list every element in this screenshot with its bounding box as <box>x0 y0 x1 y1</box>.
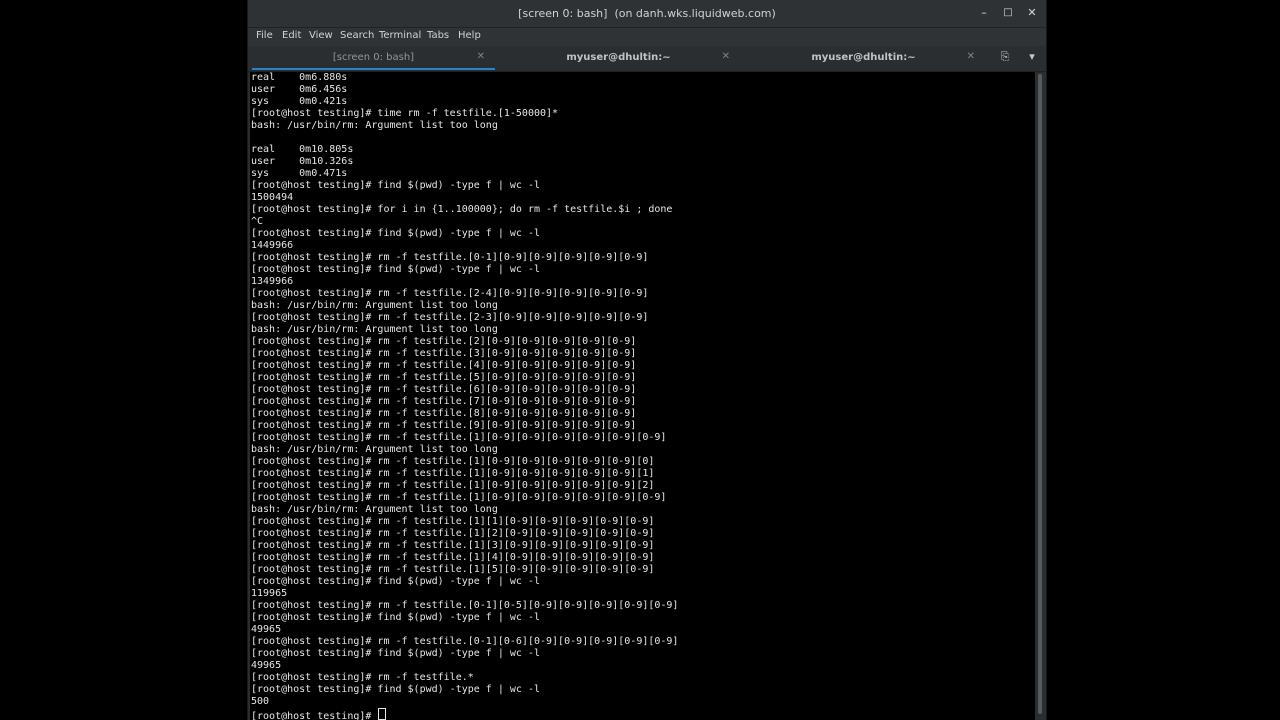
terminal-line: [root@host testing]# rm -f testfile.[0-1… <box>251 600 679 611</box>
terminal-line: sys 0m0.471s <box>251 168 348 179</box>
terminal-line: bash: /usr/bin/rm: Argument list too lon… <box>251 504 498 515</box>
terminal-line: [root@host testing]# find $(pwd) -type f… <box>251 612 540 623</box>
title-bar[interactable]: [screen 0: bash] (on danh.wks.liquidweb.… <box>248 0 1046 28</box>
terminal-line: [root@host testing]# rm -f testfile.* <box>251 672 474 683</box>
terminal-line: sys 0m0.421s <box>251 96 348 107</box>
menu-help[interactable]: Help <box>458 30 481 41</box>
scrollbar-thumb[interactable] <box>1038 74 1042 714</box>
minimize-button[interactable]: – <box>977 6 991 20</box>
terminal-line: [root@host testing]# rm -f testfile.[0-1… <box>251 252 649 263</box>
cursor <box>378 708 387 720</box>
terminal-line: [root@host testing]# rm -f testfile.[1][… <box>251 564 655 575</box>
terminal-lines: real 0m6.880s user 0m6.456s sys 0m0.421s [r… <box>250 72 1035 720</box>
window-title: [screen 0: bash] (on danh.wks.liquidweb.… <box>518 7 776 20</box>
terminal-line: [root@host testing]# find $(pwd) -type f… <box>251 228 540 239</box>
tab-bar: [screen 0: bash] ✕ myuser@dhultin:~ ✕ my… <box>248 46 1046 72</box>
terminal-line: real 0m6.880s <box>251 72 348 83</box>
tab-close-icon[interactable]: ✕ <box>722 51 730 62</box>
terminal-line: [root@host testing]# rm -f testfile.[1][… <box>251 492 667 503</box>
terminal-line: [root@host testing]# rm -f testfile.[9][… <box>251 420 637 431</box>
terminal-line: 500 <box>251 696 270 707</box>
menu-tabs[interactable]: Tabs <box>427 30 449 41</box>
terminal-window: [screen 0: bash] (on danh.wks.liquidweb.… <box>247 0 1047 720</box>
tab-myuser-1[interactable]: myuser@dhultin:~ ✕ <box>497 46 740 70</box>
terminal-line: [root@host testing]# rm -f testfile.[4][… <box>251 360 637 371</box>
prompt-text: [root@host testing]# <box>251 711 378 720</box>
terminal-line: [root@host testing]# rm -f testfile.[2][… <box>251 336 637 347</box>
tab-label: [screen 0: bash] <box>332 52 415 63</box>
menu-view[interactable]: View <box>309 30 333 41</box>
menu-file[interactable]: File <box>256 30 273 41</box>
terminal-line: [root@host testing]# rm -f testfile.[5][… <box>251 372 637 383</box>
terminal-line: [root@host testing]# rm -f testfile.[1][… <box>251 480 655 491</box>
terminal-line: [root@host testing]# rm -f testfile.[7][… <box>251 396 637 407</box>
terminal-line: [root@host testing]# rm -f testfile.[1][… <box>251 552 655 563</box>
terminal-line: 119965 <box>251 588 288 599</box>
terminal-line: bash: /usr/bin/rm: Argument list too lon… <box>251 444 498 455</box>
terminal-line: bash: /usr/bin/rm: Argument list too lon… <box>251 300 498 311</box>
tab-close-icon[interactable]: ✕ <box>967 51 975 62</box>
terminal-prompt-line[interactable]: [root@host testing]# <box>251 708 1035 720</box>
terminal-line: 49965 <box>251 624 282 635</box>
terminal-line: 49965 <box>251 660 282 671</box>
terminal-line: 1500494 <box>251 192 294 203</box>
terminal-line: bash: /usr/bin/rm: Argument list too lon… <box>251 324 498 335</box>
terminal-line: ^C <box>251 216 264 227</box>
terminal-line: [root@host testing]# time rm -f testfile… <box>251 108 559 119</box>
terminal-line: [root@host testing]# rm -f testfile.[1][… <box>251 456 655 467</box>
terminal-line: [root@host testing]# rm -f testfile.[1][… <box>251 432 667 443</box>
terminal-line: [root@host testing]# rm -f testfile.[2-4… <box>251 288 649 299</box>
terminal-line: [root@host testing]# find $(pwd) -type f… <box>251 576 540 587</box>
terminal-line: [root@host testing]# rm -f testfile.[1][… <box>251 468 655 479</box>
tab-label: myuser@dhultin:~ <box>566 52 671 63</box>
tab-myuser-2[interactable]: myuser@dhultin:~ ✕ <box>742 46 985 70</box>
maximize-button[interactable]: □ <box>1001 6 1015 20</box>
terminal-line: 1349966 <box>251 276 294 287</box>
terminal-line: user 0m6.456s <box>251 84 348 95</box>
tab-dropdown-icon[interactable]: ▾ <box>1023 50 1041 66</box>
terminal-line: [root@host testing]# find $(pwd) -type f… <box>251 648 540 659</box>
menu-bar: File Edit View Search Terminal Tabs Help <box>248 28 1046 46</box>
terminal-line: [root@host testing]# rm -f testfile.[6][… <box>251 384 637 395</box>
tab-screen-0-bash[interactable]: [screen 0: bash] ✕ <box>252 46 495 70</box>
terminal-line: [root@host testing]# rm -f testfile.[3][… <box>251 348 637 359</box>
scrollbar[interactable] <box>1036 72 1045 720</box>
terminal-line: [root@host testing]# find $(pwd) -type f… <box>251 264 540 275</box>
terminal-line: bash: /usr/bin/rm: Argument list too lon… <box>251 120 498 131</box>
tab-label: myuser@dhultin:~ <box>811 52 916 63</box>
terminal-line: user 0m10.326s <box>251 156 354 167</box>
tab-close-icon[interactable]: ✕ <box>477 51 485 62</box>
terminal-line: [root@host testing]# find $(pwd) -type f… <box>251 180 540 191</box>
terminal-line: [root@host testing]# for i in {1..100000… <box>251 204 673 215</box>
menu-terminal[interactable]: Terminal <box>379 30 421 41</box>
new-tab-icon[interactable]: ⎘ <box>996 50 1014 66</box>
terminal-line: [root@host testing]# find $(pwd) -type f… <box>251 684 540 695</box>
terminal-output[interactable]: real 0m6.880s user 0m6.456s sys 0m0.421s [r… <box>250 72 1035 720</box>
menu-search[interactable]: Search <box>340 30 374 41</box>
terminal-line: [root@host testing]# rm -f testfile.[1][… <box>251 516 655 527</box>
terminal-line: [root@host testing]# rm -f testfile.[2-3… <box>251 312 649 323</box>
terminal-line: [root@host testing]# rm -f testfile.[8][… <box>251 408 637 419</box>
terminal-line: 1449966 <box>251 240 294 251</box>
terminal-line: [root@host testing]# rm -f testfile.[1][… <box>251 528 655 539</box>
menu-edit[interactable]: Edit <box>282 30 301 41</box>
terminal-line: [root@host testing]# rm -f testfile.[1][… <box>251 540 655 551</box>
terminal-line: real 0m10.805s <box>251 144 354 155</box>
terminal-line: [root@host testing]# rm -f testfile.[0-1… <box>251 636 679 647</box>
close-button[interactable]: ✕ <box>1025 6 1039 20</box>
